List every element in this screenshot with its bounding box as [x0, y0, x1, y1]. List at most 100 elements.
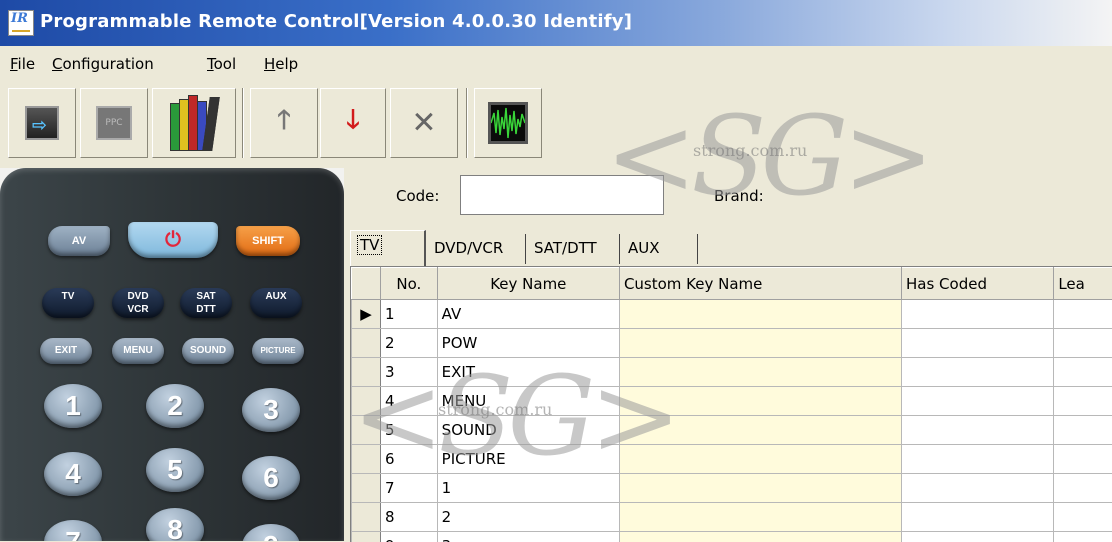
cell-custom-key-name[interactable] — [619, 329, 901, 358]
cell-key-name: PICTURE — [437, 445, 619, 474]
cell-custom-key-name[interactable] — [619, 416, 901, 445]
remote-av-button[interactable]: AV — [48, 226, 110, 256]
table-row[interactable]: 6 PICTURE — [352, 445, 1112, 474]
table-row[interactable]: 2 POW — [352, 329, 1112, 358]
remote-power-button[interactable]: ⏻ — [128, 222, 218, 258]
remote-body: AV ⏻ SHIFT TV DVD VCR SAT DTT AUX EXIT M… — [0, 168, 344, 541]
remote-exit-button[interactable]: EXIT — [40, 338, 92, 364]
send-arrow-icon: ⇨ — [25, 106, 59, 140]
table-row[interactable]: 8 2 — [352, 503, 1112, 532]
cell-has-coded — [902, 445, 1054, 474]
remote-num-7-button[interactable]: 7 — [44, 520, 102, 541]
cell-has-coded — [902, 532, 1054, 542]
remote-num-5-button[interactable]: 5 — [146, 448, 204, 492]
table-row[interactable]: 9 3 — [352, 532, 1112, 542]
cell-no: 8 — [381, 503, 438, 532]
cell-key-name: EXIT — [437, 358, 619, 387]
cell-learn — [1054, 387, 1112, 416]
cell-key-name: POW — [437, 329, 619, 358]
tab-aux[interactable]: AUX — [622, 234, 698, 264]
delete-button[interactable]: ✕ — [390, 88, 458, 158]
remote-num-3-button[interactable]: 3 — [242, 388, 300, 432]
row-indicator — [352, 387, 381, 416]
tab-sat-dtt[interactable]: SAT/DTT — [528, 234, 620, 264]
col-header-has-coded[interactable]: Has Coded — [902, 268, 1054, 300]
cell-learn — [1054, 416, 1112, 445]
move-down-button[interactable]: 🡓 — [320, 88, 386, 158]
remote-num-4-button[interactable]: 4 — [44, 452, 102, 496]
title-bar: IR Programmable Remote Control[Version 4… — [0, 0, 1112, 46]
remote-aux-button[interactable]: AUX — [250, 288, 302, 318]
row-indicator — [352, 329, 381, 358]
tab-dvd-vcr[interactable]: DVD/VCR — [428, 234, 526, 264]
send-button[interactable]: ⇨ — [8, 88, 76, 158]
device-tabs: TV DVD/VCR SAT/DTT AUX — [344, 228, 1112, 266]
cell-custom-key-name[interactable] — [619, 445, 901, 474]
main-panel: Code: Brand: TV DVD/VCR SAT/DTT AUX No. … — [344, 168, 1112, 541]
remote-picture-button[interactable]: PICTURE — [252, 338, 304, 364]
table-row[interactable]: 7 1 — [352, 474, 1112, 503]
delete-x-icon: ✕ — [411, 106, 436, 141]
cell-learn — [1054, 532, 1112, 542]
cell-custom-key-name[interactable] — [619, 387, 901, 416]
col-header-learn[interactable]: Lea — [1054, 268, 1112, 300]
indicator-header — [352, 268, 381, 300]
menu-configuration[interactable]: Configuration — [52, 55, 154, 73]
cell-custom-key-name[interactable] — [619, 474, 901, 503]
row-indicator — [352, 503, 381, 532]
menu-help[interactable]: Help — [264, 55, 298, 73]
cell-custom-key-name[interactable] — [619, 358, 901, 387]
col-header-no[interactable]: No. — [381, 268, 438, 300]
remote-dvd-vcr-button[interactable]: DVD VCR — [112, 288, 164, 318]
menu-file[interactable]: File — [10, 55, 35, 73]
table-row[interactable]: 4 MENU — [352, 387, 1112, 416]
learn-signal-button[interactable] — [474, 88, 542, 158]
code-input[interactable] — [460, 175, 664, 215]
remote-num-1-button[interactable]: 1 — [44, 384, 102, 428]
toolbar-separator — [466, 88, 468, 158]
row-indicator — [352, 474, 381, 503]
cell-no: 5 — [381, 416, 438, 445]
cell-no: 4 — [381, 387, 438, 416]
col-header-custom-key-name[interactable]: Custom Key Name — [619, 268, 901, 300]
cell-has-coded — [902, 503, 1054, 532]
table-row[interactable]: 3 EXIT — [352, 358, 1112, 387]
remote-menu-button[interactable]: MENU — [112, 338, 164, 364]
tab-tv[interactable]: TV — [350, 230, 426, 266]
cell-learn — [1054, 300, 1112, 329]
menu-file-mnemonic: F — [10, 55, 18, 73]
cell-custom-key-name[interactable] — [619, 532, 901, 542]
menu-tool[interactable]: Tool — [207, 55, 236, 73]
library-button[interactable] — [152, 88, 236, 158]
row-indicator — [352, 445, 381, 474]
menu-tool-mnemonic: T — [207, 55, 214, 73]
cell-no: 1 — [381, 300, 438, 329]
remote-num-2-button[interactable]: 2 — [146, 384, 204, 428]
remote-num-9-button[interactable]: 9 — [242, 524, 300, 541]
remote-sound-button[interactable]: SOUND — [182, 338, 234, 364]
table-row[interactable]: ▶ 1 AV — [352, 300, 1112, 329]
remote-shift-button[interactable]: SHIFT — [236, 226, 300, 256]
cell-learn — [1054, 474, 1112, 503]
ppc-button[interactable]: PPC — [80, 88, 148, 158]
tab-tv-label: TV — [357, 235, 382, 255]
cell-has-coded — [902, 387, 1054, 416]
col-header-key-name[interactable]: Key Name — [437, 268, 619, 300]
remote-tv-button[interactable]: TV — [42, 288, 94, 318]
cell-has-coded — [902, 300, 1054, 329]
move-up-button[interactable]: 🡑 — [250, 88, 318, 158]
cell-custom-key-name[interactable] — [619, 300, 901, 329]
cell-custom-key-name[interactable] — [619, 503, 901, 532]
remote-num-8-button[interactable]: 8 — [146, 508, 204, 541]
cell-key-name: SOUND — [437, 416, 619, 445]
cell-has-coded — [902, 416, 1054, 445]
cell-no: 6 — [381, 445, 438, 474]
remote-num-6-button[interactable]: 6 — [242, 456, 300, 500]
remote-sat-dtt-button[interactable]: SAT DTT — [180, 288, 232, 318]
menu-bar: File Configuration Tool Help — [0, 46, 1112, 83]
cell-key-name: AV — [437, 300, 619, 329]
menu-file-label: ile — [18, 55, 36, 73]
table-row[interactable]: 5 SOUND — [352, 416, 1112, 445]
app-icon-wave — [12, 25, 30, 32]
key-grid[interactable]: No. Key Name Custom Key Name Has Coded L… — [350, 266, 1112, 542]
